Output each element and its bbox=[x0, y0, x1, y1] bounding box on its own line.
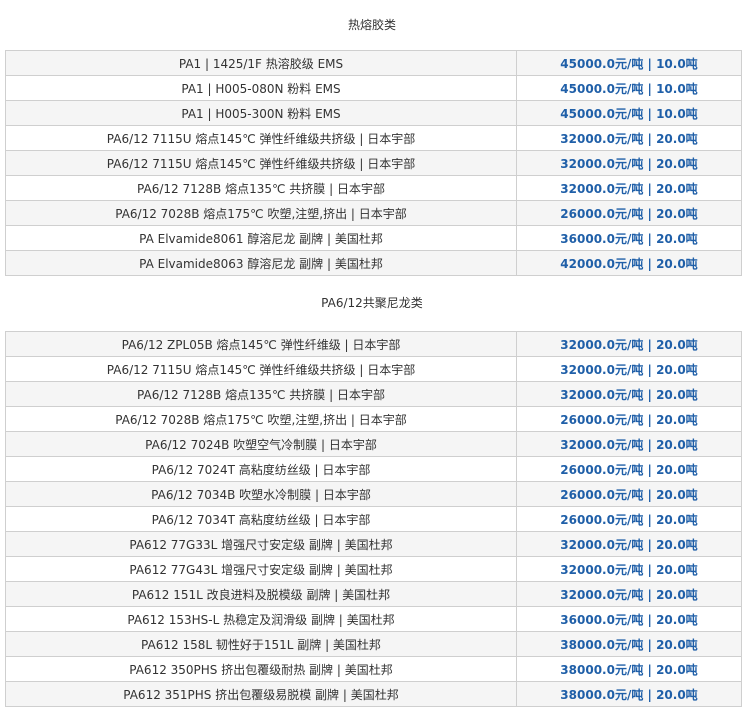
product-name-cell[interactable]: PA6/12 7115U 熔点145℃ 弹性纤维级共挤级 | 日本宇部 bbox=[5, 150, 517, 176]
product-name-cell[interactable]: PA Elvamide8063 醇溶尼龙 副牌 | 美国杜邦 bbox=[5, 250, 517, 276]
product-name-cell[interactable]: PA1 | 1425/1F 热溶胶级 EMS bbox=[5, 50, 517, 76]
table-row[interactable]: PA6/12 7128B 熔点135℃ 共挤膜 | 日本宇部 32000.0元/吨… bbox=[5, 381, 742, 407]
table-row[interactable]: PA Elvamide8061 醇溶尼龙 副牌 | 美国杜邦 36000.0元/吨… bbox=[5, 225, 742, 251]
price-quantity-cell[interactable]: 32000.0元/吨 | 20.0吨 bbox=[516, 150, 742, 176]
product-name-cell[interactable]: PA6/12 7034B 吹塑水冷制膜 | 日本宇部 bbox=[5, 481, 517, 507]
product-name-cell[interactable]: PA6/12 7028B 熔点175℃ 吹塑,注塑,挤出 | 日本宇部 bbox=[5, 200, 517, 226]
price-quantity-cell[interactable]: 45000.0元/吨 | 10.0吨 bbox=[516, 50, 742, 76]
table-row[interactable]: PA Elvamide8063 醇溶尼龙 副牌 | 美国杜邦 42000.0元/吨… bbox=[5, 250, 742, 276]
table-row[interactable]: PA612 351PHS 挤出包覆级易脱模 副牌 | 美国杜邦 38000.0元/… bbox=[5, 681, 742, 707]
price-quantity-cell[interactable]: 38000.0元/吨 | 20.0吨 bbox=[516, 631, 742, 657]
price-quantity-cell[interactable]: 38000.0元/吨 | 20.0吨 bbox=[516, 681, 742, 707]
price-quantity-cell[interactable]: 26000.0元/吨 | 20.0吨 bbox=[516, 506, 742, 532]
section-title: PA6/12共聚尼龙类 bbox=[321, 296, 423, 310]
table-row[interactable]: PA612 350PHS 挤出包覆级耐热 副牌 | 美国杜邦 38000.0元/吨… bbox=[5, 656, 742, 682]
price-quantity-cell[interactable]: 45000.0元/吨 | 10.0吨 bbox=[516, 75, 742, 101]
price-quantity-cell[interactable]: 32000.0元/吨 | 20.0吨 bbox=[516, 531, 742, 557]
product-name-cell[interactable]: PA6/12 ZPL05B 熔点145℃ 弹性纤维级 | 日本宇部 bbox=[5, 331, 517, 357]
product-name-cell[interactable]: PA6/12 7024T 高粘度纺丝级 | 日本宇部 bbox=[5, 456, 517, 482]
price-quantity-cell[interactable]: 26000.0元/吨 | 20.0吨 bbox=[516, 481, 742, 507]
section-title: 热熔胶类 bbox=[347, 18, 396, 32]
product-name-cell[interactable]: PA1 | H005-080N 粉料 EMS bbox=[5, 75, 517, 101]
price-quantity-cell[interactable]: 42000.0元/吨 | 20.0吨 bbox=[516, 250, 742, 276]
table-row[interactable]: PA6/12 ZPL05B 熔点145℃ 弹性纤维级 | 日本宇部 32000.0… bbox=[5, 331, 742, 357]
price-quantity-cell[interactable]: 32000.0元/吨 | 20.0吨 bbox=[516, 331, 742, 357]
section-hot-melt: 热熔胶类 PA1 | 1425/1F 热溶胶级 EMS 45000.0元/吨 | … bbox=[0, 0, 744, 276]
product-name-cell[interactable]: PA6/12 7128B 熔点135℃ 共挤膜 | 日本宇部 bbox=[5, 175, 517, 201]
table-row[interactable]: PA6/12 7024B 吹塑空气冷制膜 | 日本宇部 32000.0元/吨 | … bbox=[5, 431, 742, 457]
table-row[interactable]: PA6/12 7028B 熔点175℃ 吹塑,注塑,挤出 | 日本宇部 26000… bbox=[5, 406, 742, 432]
product-name-cell[interactable]: PA612 77G33L 增强尺寸安定级 副牌 | 美国杜邦 bbox=[5, 531, 517, 557]
table-row[interactable]: PA6/12 7115U 熔点145℃ 弹性纤维级共挤级 | 日本宇部 32000… bbox=[5, 150, 742, 176]
product-name-cell[interactable]: PA612 351PHS 挤出包覆级易脱模 副牌 | 美国杜邦 bbox=[5, 681, 517, 707]
product-name-cell[interactable]: PA612 151L 改良进料及脱模级 副牌 | 美国杜邦 bbox=[5, 581, 517, 607]
product-name-cell[interactable]: PA612 350PHS 挤出包覆级耐热 副牌 | 美国杜邦 bbox=[5, 656, 517, 682]
section-pa612-copolymer: PA6/12共聚尼龙类 PA6/12 ZPL05B 熔点145℃ 弹性纤维级 |… bbox=[0, 276, 744, 707]
table-row[interactable]: PA6/12 7115U 熔点145℃ 弹性纤维级共挤级 | 日本宇部 32000… bbox=[5, 125, 742, 151]
price-table: PA6/12 ZPL05B 熔点145℃ 弹性纤维级 | 日本宇部 32000.0… bbox=[5, 331, 742, 707]
table-row[interactable]: PA6/12 7028B 熔点175℃ 吹塑,注塑,挤出 | 日本宇部 26000… bbox=[5, 200, 742, 226]
table-row[interactable]: PA6/12 7128B 熔点135℃ 共挤膜 | 日本宇部 32000.0元/吨… bbox=[5, 175, 742, 201]
table-row[interactable]: PA6/12 7034B 吹塑水冷制膜 | 日本宇部 26000.0元/吨 | 2… bbox=[5, 481, 742, 507]
product-name-cell[interactable]: PA612 158L 韧性好于151L 副牌 | 美国杜邦 bbox=[5, 631, 517, 657]
product-name-cell[interactable]: PA Elvamide8061 醇溶尼龙 副牌 | 美国杜邦 bbox=[5, 225, 517, 251]
product-name-cell[interactable]: PA6/12 7128B 熔点135℃ 共挤膜 | 日本宇部 bbox=[5, 381, 517, 407]
table-row[interactable]: PA6/12 7024T 高粘度纺丝级 | 日本宇部 26000.0元/吨 | 2… bbox=[5, 456, 742, 482]
table-row[interactable]: PA1 | H005-080N 粉料 EMS 45000.0元/吨 | 10.0吨 bbox=[5, 75, 742, 101]
price-quantity-cell[interactable]: 32000.0元/吨 | 20.0吨 bbox=[516, 581, 742, 607]
price-quantity-cell[interactable]: 26000.0元/吨 | 20.0吨 bbox=[516, 200, 742, 226]
price-quantity-cell[interactable]: 36000.0元/吨 | 20.0吨 bbox=[516, 225, 742, 251]
price-quantity-cell[interactable]: 36000.0元/吨 | 20.0吨 bbox=[516, 606, 742, 632]
product-name-cell[interactable]: PA612 153HS-L 热稳定及润滑级 副牌 | 美国杜邦 bbox=[5, 606, 517, 632]
table-row[interactable]: PA1 | 1425/1F 热溶胶级 EMS 45000.0元/吨 | 10.0吨 bbox=[5, 50, 742, 76]
table-row[interactable]: PA612 77G33L 增强尺寸安定级 副牌 | 美国杜邦 32000.0元/吨… bbox=[5, 531, 742, 557]
price-quantity-cell[interactable]: 45000.0元/吨 | 10.0吨 bbox=[516, 100, 742, 126]
price-quantity-cell[interactable]: 26000.0元/吨 | 20.0吨 bbox=[516, 406, 742, 432]
price-quantity-cell[interactable]: 32000.0元/吨 | 20.0吨 bbox=[516, 381, 742, 407]
product-name-cell[interactable]: PA1 | H005-300N 粉料 EMS bbox=[5, 100, 517, 126]
table-row[interactable]: PA612 153HS-L 热稳定及润滑级 副牌 | 美国杜邦 36000.0元/… bbox=[5, 606, 742, 632]
table-row[interactable]: PA612 77G43L 增强尺寸安定级 副牌 | 美国杜邦 32000.0元/吨… bbox=[5, 556, 742, 582]
table-row[interactable]: PA612 158L 韧性好于151L 副牌 | 美国杜邦 38000.0元/吨 … bbox=[5, 631, 742, 657]
price-quantity-cell[interactable]: 32000.0元/吨 | 20.0吨 bbox=[516, 431, 742, 457]
price-list-page: 热熔胶类 PA1 | 1425/1F 热溶胶级 EMS 45000.0元/吨 | … bbox=[0, 0, 744, 713]
table-row[interactable]: PA6/12 7115U 熔点145℃ 弹性纤维级共挤级 | 日本宇部 32000… bbox=[5, 356, 742, 382]
price-quantity-cell[interactable]: 32000.0元/吨 | 20.0吨 bbox=[516, 125, 742, 151]
price-quantity-cell[interactable]: 32000.0元/吨 | 20.0吨 bbox=[516, 175, 742, 201]
price-quantity-cell[interactable]: 26000.0元/吨 | 20.0吨 bbox=[516, 456, 742, 482]
price-quantity-cell[interactable]: 32000.0元/吨 | 20.0吨 bbox=[516, 556, 742, 582]
table-row[interactable]: PA6/12 7034T 高粘度纺丝级 | 日本宇部 26000.0元/吨 | 2… bbox=[5, 506, 742, 532]
product-name-cell[interactable]: PA6/12 7034T 高粘度纺丝级 | 日本宇部 bbox=[5, 506, 517, 532]
price-quantity-cell[interactable]: 38000.0元/吨 | 20.0吨 bbox=[516, 656, 742, 682]
table-row[interactable]: PA612 151L 改良进料及脱模级 副牌 | 美国杜邦 32000.0元/吨 … bbox=[5, 581, 742, 607]
price-quantity-cell[interactable]: 32000.0元/吨 | 20.0吨 bbox=[516, 356, 742, 382]
table-body: PA6/12 ZPL05B 熔点145℃ 弹性纤维级 | 日本宇部 32000.0… bbox=[5, 331, 742, 707]
product-name-cell[interactable]: PA6/12 7115U 熔点145℃ 弹性纤维级共挤级 | 日本宇部 bbox=[5, 356, 517, 382]
product-name-cell[interactable]: PA6/12 7024B 吹塑空气冷制膜 | 日本宇部 bbox=[5, 431, 517, 457]
table-row[interactable]: PA1 | H005-300N 粉料 EMS 45000.0元/吨 | 10.0吨 bbox=[5, 100, 742, 126]
product-name-cell[interactable]: PA612 77G43L 增强尺寸安定级 副牌 | 美国杜邦 bbox=[5, 556, 517, 582]
price-table: PA1 | 1425/1F 热溶胶级 EMS 45000.0元/吨 | 10.0吨… bbox=[5, 50, 742, 276]
table-body: PA1 | 1425/1F 热溶胶级 EMS 45000.0元/吨 | 10.0吨… bbox=[5, 50, 742, 276]
product-name-cell[interactable]: PA6/12 7028B 熔点175℃ 吹塑,注塑,挤出 | 日本宇部 bbox=[5, 406, 517, 432]
product-name-cell[interactable]: PA6/12 7115U 熔点145℃ 弹性纤维级共挤级 | 日本宇部 bbox=[5, 125, 517, 151]
